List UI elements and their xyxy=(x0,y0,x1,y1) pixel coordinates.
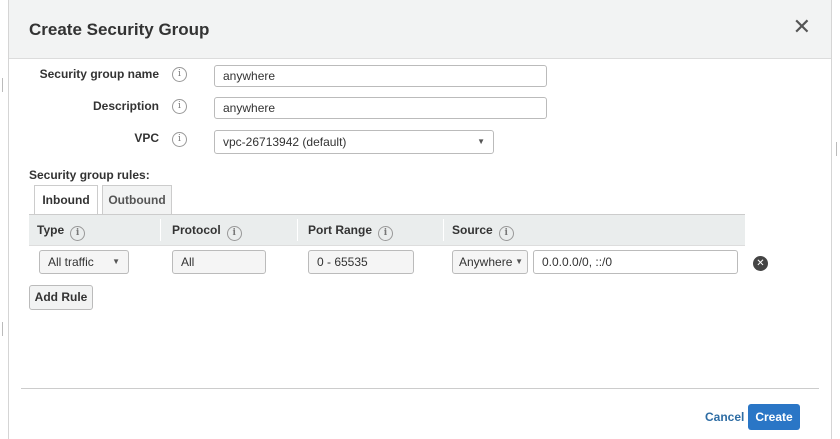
rule-port-range-field: 0 - 65535 xyxy=(308,250,414,274)
rule-type-value: All traffic xyxy=(48,255,94,269)
column-header-type-label: Type xyxy=(37,223,65,237)
column-header-type: Type i xyxy=(37,223,86,241)
vpc-label: VPC xyxy=(134,131,159,145)
column-header-port-range-label: Port Range xyxy=(308,223,373,237)
rules-table-header: Type i Protocol i Port Range i Source i xyxy=(29,215,745,246)
info-icon[interactable]: i xyxy=(172,132,187,147)
footer-divider xyxy=(21,388,819,389)
vpc-select-value: vpc-26713942 (default) xyxy=(223,135,347,149)
rule-source-cidr-input[interactable] xyxy=(533,250,738,274)
info-icon[interactable]: i xyxy=(226,226,242,241)
background-edge xyxy=(836,142,837,156)
column-divider xyxy=(297,219,298,241)
description-label: Description xyxy=(92,99,159,113)
description-input[interactable] xyxy=(214,97,547,119)
cancel-button[interactable]: Cancel xyxy=(705,410,744,424)
background-edge xyxy=(2,78,3,92)
info-icon[interactable]: i xyxy=(172,67,187,82)
rule-source-select[interactable]: Anywhere ▼ xyxy=(452,250,528,274)
security-group-name-label: Security group name xyxy=(39,67,159,81)
dialog-header: Create Security Group ✕ xyxy=(9,0,831,59)
info-icon[interactable]: i xyxy=(172,99,187,114)
column-header-source-label: Source xyxy=(452,223,493,237)
add-rule-button[interactable]: Add Rule xyxy=(29,285,93,310)
tab-inbound[interactable]: Inbound xyxy=(34,185,98,215)
info-icon[interactable]: i xyxy=(70,226,86,241)
column-header-port-range: Port Range i xyxy=(308,223,394,241)
chevron-down-icon: ▼ xyxy=(112,257,120,266)
column-header-protocol: Protocol i xyxy=(172,223,242,241)
vpc-select[interactable]: vpc-26713942 (default) ▼ xyxy=(214,130,494,154)
column-divider xyxy=(160,219,161,241)
column-header-protocol-label: Protocol xyxy=(172,223,221,237)
rule-type-select[interactable]: All traffic ▼ xyxy=(39,250,129,274)
rule-source-select-value: Anywhere xyxy=(459,255,513,269)
info-icon[interactable]: i xyxy=(498,226,514,241)
close-icon[interactable]: ✕ xyxy=(793,16,811,38)
security-group-rules-label: Security group rules: xyxy=(29,168,150,182)
column-divider xyxy=(443,219,444,241)
tab-outbound[interactable]: Outbound xyxy=(102,185,172,214)
create-button[interactable]: Create xyxy=(748,404,800,430)
dialog-title: Create Security Group xyxy=(29,20,210,39)
create-security-group-dialog: Create Security Group ✕ Security group n… xyxy=(8,0,832,439)
chevron-down-icon: ▼ xyxy=(477,137,485,146)
remove-rule-icon[interactable]: ✕ xyxy=(753,256,768,271)
rule-protocol-field: All xyxy=(172,250,266,274)
background-edge xyxy=(2,322,3,336)
chevron-down-icon: ▼ xyxy=(515,257,523,266)
column-header-source: Source i xyxy=(452,223,514,241)
security-group-name-input[interactable] xyxy=(214,65,547,87)
info-icon[interactable]: i xyxy=(378,226,394,241)
